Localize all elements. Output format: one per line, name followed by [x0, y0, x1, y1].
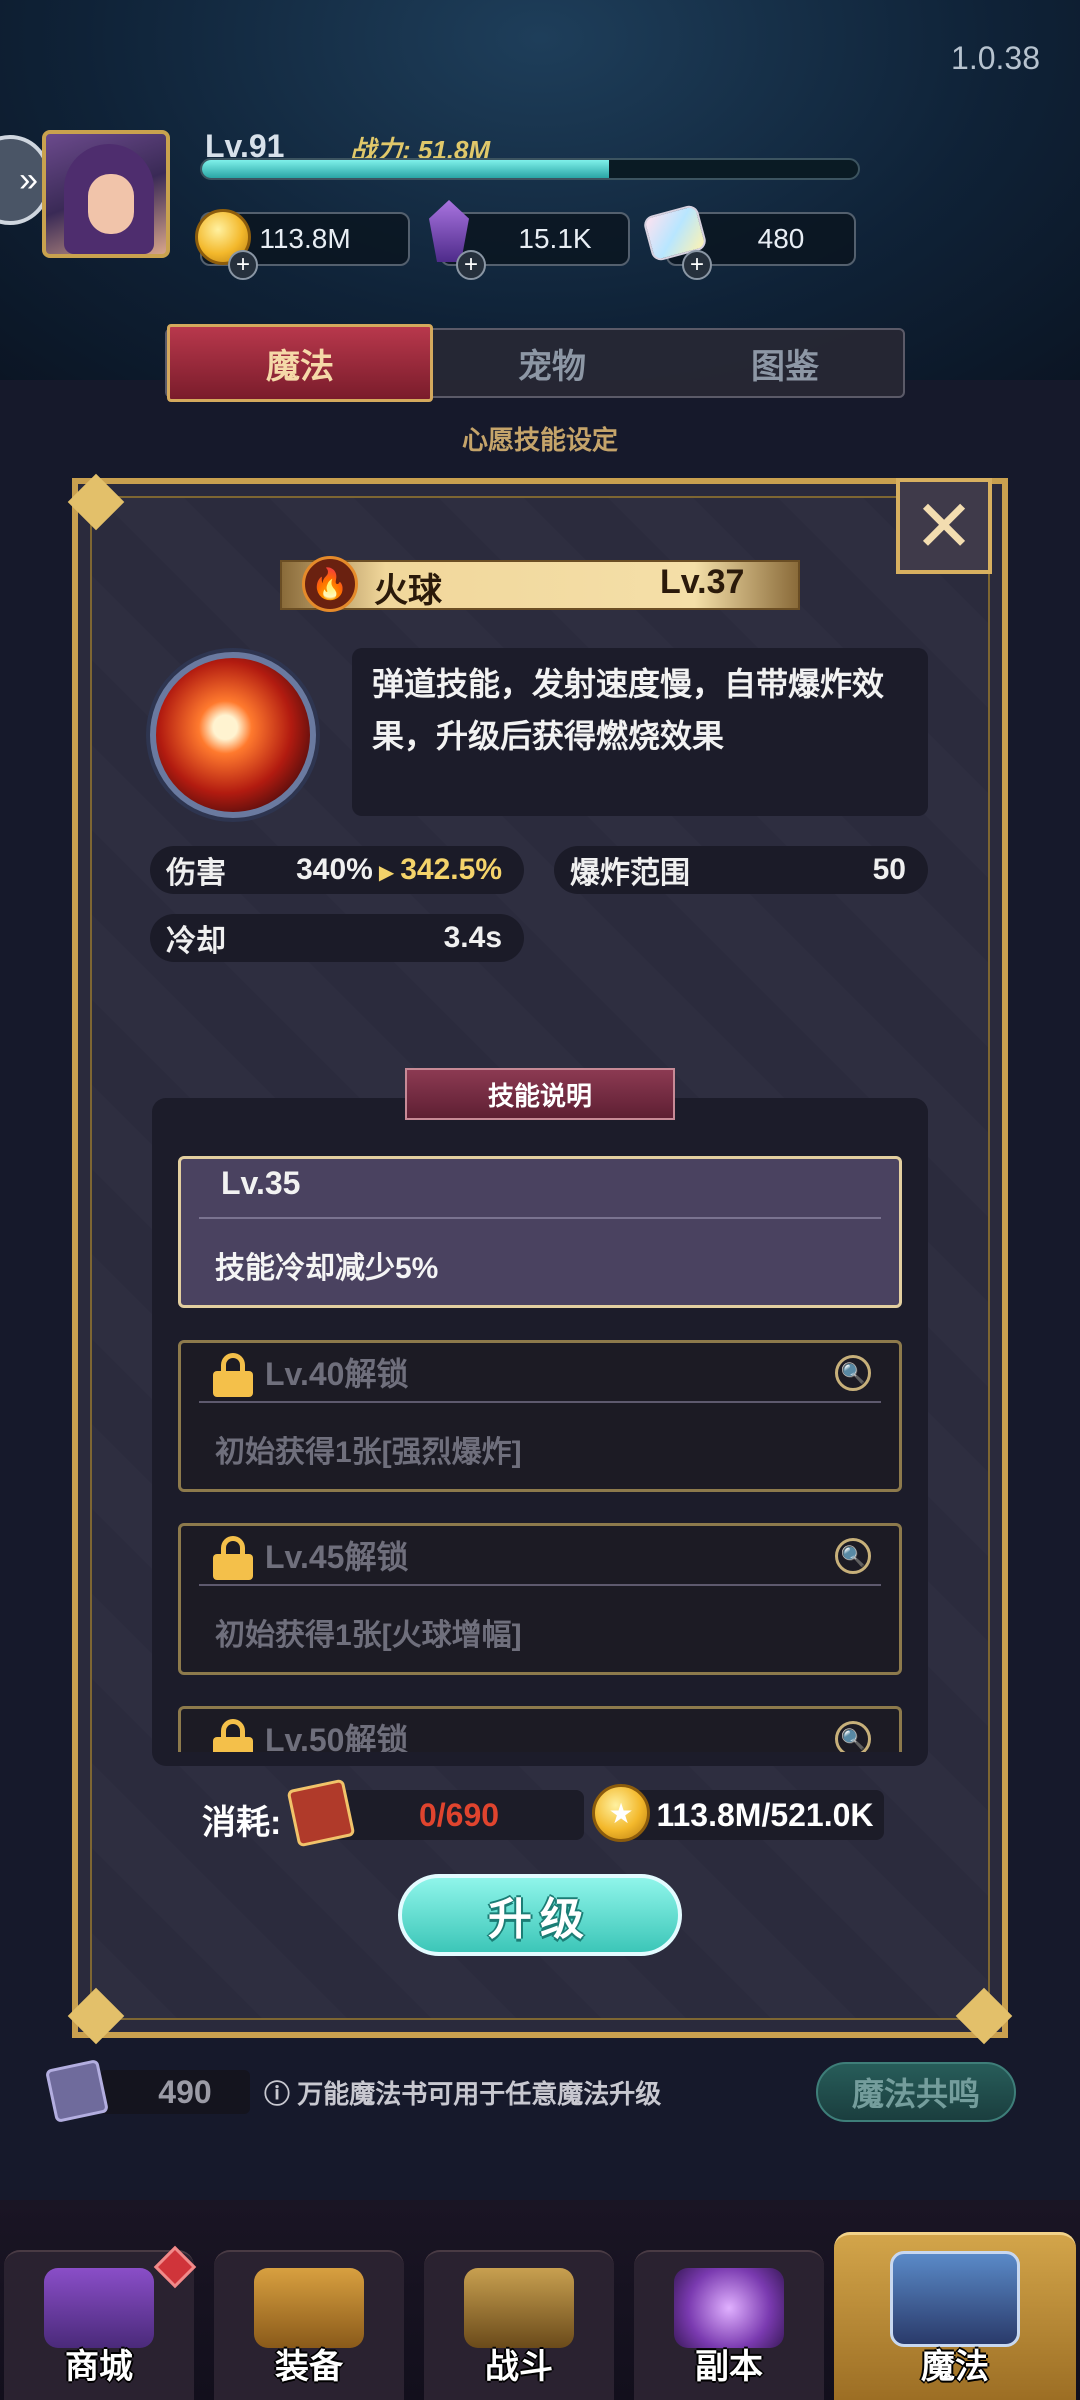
- cooldown-label: 冷却: [166, 925, 226, 958]
- spellbook-icon: [890, 2251, 1020, 2347]
- explosion-range-stat: 爆炸范围 50: [554, 846, 928, 894]
- tab-pet[interactable]: 宠物: [437, 330, 667, 396]
- magnifier-icon[interactable]: 🔍: [835, 1538, 871, 1574]
- cost-gold: 113.8M/521.0K: [620, 1790, 884, 1840]
- perk-divider: [199, 1217, 881, 1219]
- tab-magic[interactable]: 魔法: [167, 324, 433, 402]
- universal-book-note-text: 万能魔法书可用于任意魔法升级: [297, 2079, 662, 2109]
- increase-arrow-icon: ▶: [378, 862, 395, 884]
- explosion-label: 爆炸范围: [570, 857, 690, 890]
- double-chevron-icon: »: [19, 160, 38, 199]
- perk-divider: [199, 1584, 881, 1586]
- damage-next: 342.5%: [400, 853, 502, 886]
- cooldown-value: 3.4s: [443, 921, 502, 954]
- resource-gem-value: 480: [757, 223, 805, 254]
- exp-bar-fill: [202, 160, 609, 178]
- universal-book-note: ⓘ 万能魔法书可用于任意魔法升级: [264, 2074, 661, 2111]
- level-perk-card-locked: Lv.45解锁 🔍 初始获得1张[火球增幅]: [178, 1523, 902, 1675]
- nav-dungeon[interactable]: 副本: [634, 2250, 824, 2400]
- nav-label: 副本: [695, 2348, 763, 2386]
- nav-label: 装备: [275, 2348, 343, 2386]
- nav-label: 魔法: [921, 2348, 989, 2386]
- damage-label: 伤害: [166, 857, 226, 890]
- nav-label: 战斗: [485, 2348, 553, 2386]
- magnifier-icon[interactable]: 🔍: [835, 1721, 871, 1752]
- cost-label: 消耗:: [202, 1804, 282, 1842]
- perk-level: Lv.45解锁: [265, 1539, 409, 1575]
- tab-codex[interactable]: 图鉴: [667, 330, 903, 396]
- skill-description: 弹道技能，发射速度慢，自带爆炸效果，升级后获得燃烧效果: [352, 648, 928, 816]
- close-icon: ✕: [913, 487, 975, 567]
- upgrade-button[interactable]: 升级: [398, 1874, 682, 1956]
- explosion-value: 50: [872, 853, 906, 886]
- perk-text: 初始获得1张[强烈爆炸]: [215, 1436, 522, 1469]
- skill-level: Lv.37: [660, 563, 745, 601]
- cooldown-stat: 冷却 3.4s: [150, 914, 524, 962]
- fire-element-icon: 🔥: [302, 556, 358, 612]
- perk-level: Lv.40解锁: [265, 1356, 409, 1392]
- perk-text: 技能冷却减少5%: [215, 1252, 439, 1285]
- exp-bar: [200, 158, 860, 180]
- fireball-skill-icon: [150, 652, 316, 818]
- red-spellbook-icon: [286, 1778, 356, 1848]
- level-perk-card: Lv.35 技能冷却减少5%: [178, 1156, 902, 1308]
- nav-magic[interactable]: 魔法: [834, 2232, 1076, 2400]
- add-crystal-button[interactable]: +: [456, 250, 486, 280]
- lock-icon: [213, 1536, 253, 1580]
- universal-book-count: 490: [100, 2070, 250, 2114]
- gold-coin-icon: ★: [592, 1784, 650, 1842]
- resource-gold-value: 113.8M: [259, 223, 351, 254]
- damage-current: 340%: [296, 853, 373, 886]
- add-gem-button[interactable]: +: [682, 250, 712, 280]
- nav-battle[interactable]: 战斗: [424, 2250, 614, 2400]
- resource-crystal-value: 15.1K: [518, 223, 592, 254]
- skill-name: 火球: [374, 572, 442, 610]
- level-perk-card-locked: Lv.40解锁 🔍 初始获得1张[强烈爆炸]: [178, 1340, 902, 1492]
- player-avatar[interactable]: [42, 130, 170, 258]
- shop-icon: [44, 2268, 154, 2348]
- lock-icon: [213, 1719, 253, 1752]
- universal-spellbook-icon: [44, 2058, 110, 2124]
- lock-icon: [213, 1353, 253, 1397]
- avatar-face: [88, 174, 134, 234]
- perk-level: Lv.35: [221, 1165, 301, 1201]
- perk-text: 初始获得1张[火球增幅]: [215, 1619, 522, 1652]
- battle-icon: [464, 2268, 574, 2348]
- perk-level: Lv.50解锁: [265, 1722, 409, 1752]
- magnifier-icon[interactable]: 🔍: [835, 1355, 871, 1391]
- version-label: 1.0.38: [951, 40, 1040, 76]
- tab-bar: 魔法 宠物 图鉴: [165, 324, 905, 402]
- cost-books: 0/690: [334, 1790, 584, 1840]
- close-button[interactable]: ✕: [896, 478, 992, 574]
- skill-explanation-title: 技能说明: [405, 1068, 675, 1120]
- add-gold-button[interactable]: +: [228, 250, 258, 280]
- level-perk-card-locked: Lv.50解锁 🔍: [178, 1706, 902, 1752]
- nav-label: 商城: [65, 2348, 133, 2386]
- chest-icon: [254, 2268, 364, 2348]
- perk-divider: [199, 1401, 881, 1403]
- wish-skill-title: 心愿技能设定: [461, 425, 618, 455]
- magic-resonance-button[interactable]: 魔法共鸣: [816, 2062, 1016, 2122]
- info-icon: ⓘ: [264, 2079, 298, 2109]
- damage-stat: 伤害 340% ▶ 342.5%: [150, 846, 524, 894]
- nav-equipment[interactable]: 装备: [214, 2250, 404, 2400]
- dungeon-icon: [674, 2268, 784, 2348]
